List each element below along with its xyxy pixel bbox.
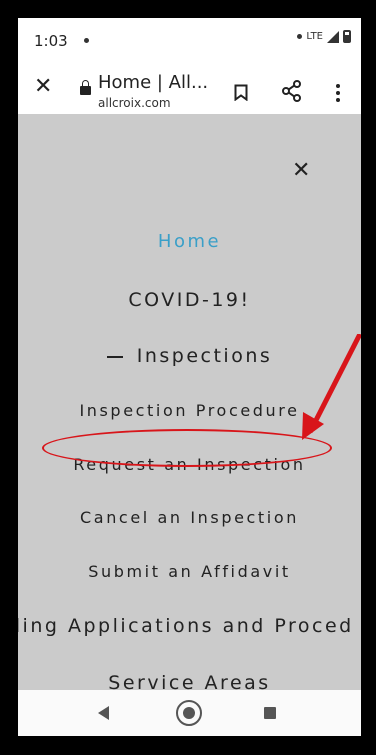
- network-type: LTE: [306, 31, 323, 42]
- bookmark-icon[interactable]: [234, 84, 248, 101]
- system-nav-bar: [18, 690, 361, 736]
- arrow-annotation-icon: [302, 334, 361, 440]
- browser-toolbar: ✕ Home | All... allcroix.com: [18, 62, 361, 114]
- recents-icon[interactable]: [264, 707, 276, 719]
- battery-icon: [343, 30, 351, 43]
- dot-icon: [297, 34, 303, 39]
- phone-screen: 1:03 LTE ✕ Home | All... allcroix.com ✕ …: [18, 18, 361, 736]
- menu-item-cancel-an-inspection[interactable]: Cancel an Inspection: [18, 508, 361, 527]
- menu-item-home[interactable]: Home: [18, 231, 361, 252]
- menu-item-service-areas[interactable]: Service Areas: [18, 672, 361, 690]
- menu-item-inspections-label: Inspections: [136, 345, 273, 367]
- signal-icon: [327, 30, 339, 43]
- menu-item-covid-19[interactable]: COVID-19!: [18, 289, 361, 311]
- page-url[interactable]: allcroix.com: [98, 96, 171, 110]
- system-indicators: LTE: [297, 30, 351, 43]
- page-title[interactable]: Home | All...: [98, 72, 208, 93]
- menu-item-submit-an-affidavit[interactable]: Submit an Affidavit: [18, 562, 361, 581]
- status-time: 1:03: [34, 32, 68, 50]
- navigation-menu: ✕ Home COVID-19! Inspections Inspection …: [18, 114, 361, 690]
- highlight-annotation: [42, 429, 332, 467]
- back-icon[interactable]: [98, 706, 109, 720]
- share-icon[interactable]: [282, 80, 302, 102]
- home-icon[interactable]: [176, 700, 202, 726]
- more-vert-icon[interactable]: [336, 84, 340, 102]
- close-icon[interactable]: ✕: [34, 74, 52, 100]
- collapse-dash-icon[interactable]: [106, 355, 123, 358]
- menu-close-icon[interactable]: ✕: [292, 158, 310, 183]
- status-bar: 1:03 LTE: [18, 18, 361, 62]
- lock-icon: [80, 80, 91, 95]
- notification-dot-icon: [84, 38, 89, 43]
- menu-item-building-applications[interactable]: ding Applications and Proced: [18, 615, 361, 637]
